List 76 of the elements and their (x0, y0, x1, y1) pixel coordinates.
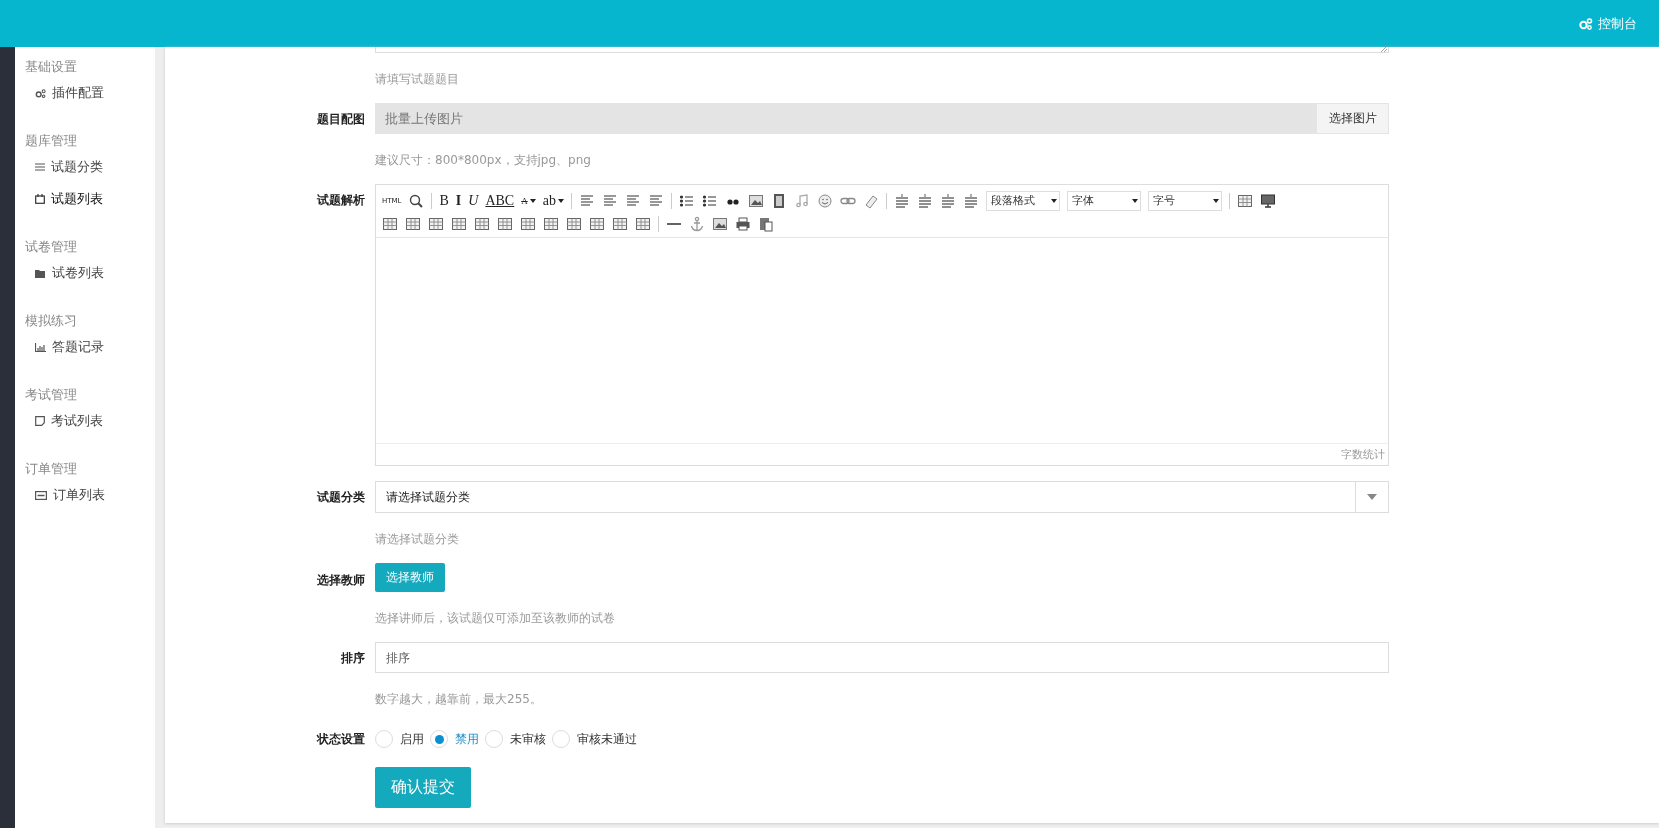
sidebar-group-title: 考试管理 (24, 386, 78, 404)
gears-icon (1579, 17, 1593, 30)
word-count-label: 字数统计 (1341, 447, 1385, 462)
sidebar-group-title: 订单管理 (24, 460, 78, 478)
sidebar-group-title: 题库管理 (24, 132, 78, 150)
folder-icon (35, 268, 46, 278)
spacing-bottom-icon[interactable] (916, 192, 933, 209)
table-icon[interactable] (1236, 192, 1253, 209)
caret-icon (1212, 198, 1219, 203)
align-right-icon[interactable] (624, 192, 641, 209)
format-button[interactable]: ab (542, 192, 564, 209)
caret-icon (1131, 198, 1138, 203)
editor-select[interactable]: 字体 (1066, 190, 1141, 211)
anchor-icon[interactable] (689, 215, 705, 232)
sidebar-item[interactable]: 试卷列表 (15, 263, 155, 283)
status-radio-option[interactable]: 禁用 (430, 730, 479, 748)
format-button[interactable]: A (521, 195, 536, 206)
smiley-icon[interactable] (816, 192, 833, 209)
caret-icon (529, 198, 536, 203)
hint-text: 数字越大，越靠前，最大255。 (375, 691, 543, 708)
status-radio-option[interactable]: 启用 (375, 730, 424, 748)
field-label: 题目配图 (316, 111, 366, 128)
field-label: 状态设置 (315, 731, 366, 748)
calendar-icon (35, 194, 45, 204)
caret-icon (557, 198, 564, 203)
field-label: 排序 (340, 650, 366, 667)
sidebar-item[interactable]: 试题分类 (15, 157, 155, 177)
bar-chart-icon (35, 342, 46, 352)
sidebar-item[interactable]: 插件配置 (15, 83, 155, 103)
format-button[interactable]: U (468, 192, 479, 209)
hint-text: 选择讲师后，该试题仅可添加至该教师的试卷 (375, 610, 616, 627)
paste-icon[interactable] (758, 215, 774, 232)
ordered-list-icon[interactable] (678, 192, 695, 209)
category-dropdown[interactable]: 请选择试题分类 (375, 481, 1389, 513)
status-radio-option[interactable]: 审核未通过 (552, 730, 637, 748)
note-icon (35, 416, 45, 426)
line-height-icon[interactable] (939, 192, 956, 209)
format-button[interactable]: I (455, 192, 462, 209)
hint-text: 请选择试题分类 (375, 531, 460, 548)
choose-image-button[interactable]: 选择图片 (1316, 103, 1389, 134)
format-button[interactable]: B (439, 192, 449, 209)
status-radio-option[interactable]: 未审核 (485, 730, 546, 748)
editor-select[interactable]: 段落格式 (985, 190, 1060, 211)
picture-icon[interactable] (712, 215, 728, 232)
align-left-icon[interactable] (578, 192, 595, 209)
resize-handle-icon (1381, 46, 1387, 52)
list-icon (35, 163, 45, 171)
editor-select[interactable]: 字号 (1147, 190, 1222, 211)
align-center-icon[interactable] (601, 192, 618, 209)
image-icon[interactable] (747, 192, 764, 209)
sidebar-item[interactable]: 订单列表 (15, 485, 155, 505)
sidebar-group-title: 试卷管理 (24, 238, 78, 256)
hint-text: 建议尺寸：800*800px，支持jpg、png (375, 152, 592, 169)
sidebar-item[interactable]: 试题列表 (15, 189, 155, 209)
spacing-top-icon[interactable] (893, 192, 910, 209)
gears-icon (35, 88, 46, 98)
field-label: 选择教师 (316, 572, 366, 589)
sidebar-item[interactable]: 答题记录 (15, 337, 155, 357)
sort-input-field[interactable]: 排序 (375, 642, 1389, 673)
sidebar-group-title: 模拟练习 (24, 312, 78, 330)
image-upload-field[interactable]: 批量上传图片 (375, 103, 1316, 134)
field-label: 试题解析 (316, 192, 366, 209)
card-icon (35, 490, 47, 500)
hint-text: 请填写试题题目 (375, 71, 460, 88)
format-button[interactable]: ABC (485, 192, 515, 209)
indent-icon[interactable] (962, 192, 979, 209)
magnifier-icon[interactable] (408, 192, 425, 209)
bulleted-list-icon[interactable] (701, 192, 718, 209)
align-justify-icon[interactable] (647, 192, 664, 209)
sidebar-group-title: 基础设置 (24, 58, 78, 76)
sidebar-item[interactable]: 考试列表 (15, 411, 155, 431)
printer-icon[interactable] (735, 215, 751, 232)
caret-icon (1367, 494, 1377, 500)
caret-icon (1050, 198, 1057, 203)
field-label: 试题分类 (316, 489, 366, 506)
monitor-icon[interactable] (1259, 192, 1276, 209)
